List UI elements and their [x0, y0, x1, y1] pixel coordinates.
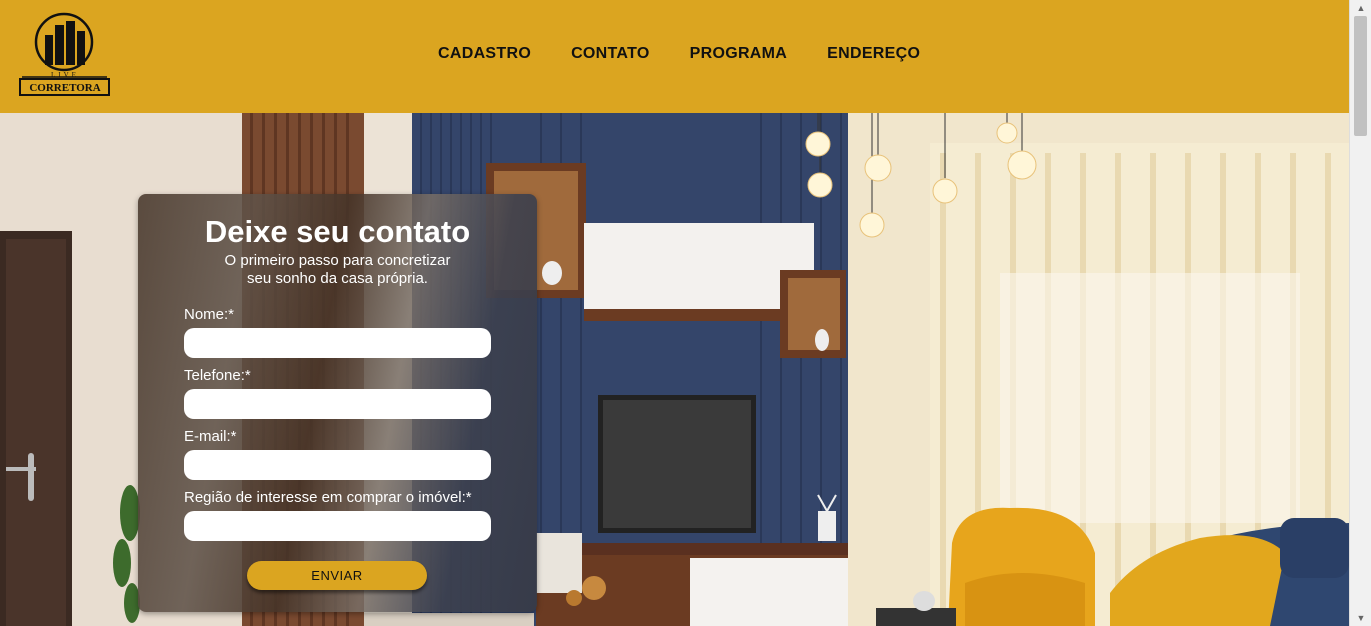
- regiao-label: Região de interesse em comprar o imóvel:…: [184, 489, 472, 506]
- nome-input[interactable]: [184, 328, 491, 358]
- site-header: LIVE CORRETORA CADASTRO CONTATO PROGRAMA…: [0, 0, 1349, 113]
- form-title: Deixe seu contato: [204, 214, 471, 249]
- nav-programa[interactable]: PROGRAMA: [690, 45, 788, 63]
- regiao-input[interactable]: [184, 511, 491, 541]
- form-subtitle: O primeiro passo para concretizar seu so…: [138, 252, 537, 288]
- nav-cadastro[interactable]: CADASTRO: [438, 45, 531, 63]
- logo-line2: CORRETORA: [29, 82, 100, 94]
- logo[interactable]: LIVE CORRETORA: [19, 11, 111, 97]
- main-nav: CADASTRO CONTATO PROGRAMA ENDEREÇO: [438, 45, 920, 63]
- email-input[interactable]: [184, 450, 491, 480]
- enviar-button[interactable]: ENVIAR: [247, 561, 427, 590]
- nome-label: Nome:*: [184, 306, 235, 323]
- scroll-down-icon[interactable]: ▼: [1350, 610, 1371, 626]
- form-subtitle-line1: O primeiro passo para concretizar: [224, 252, 451, 269]
- email-label: E-mail:*: [184, 428, 237, 445]
- page-scrollbar[interactable]: ▲ ▼: [1349, 0, 1371, 626]
- telefone-label: Telefone:*: [184, 367, 251, 384]
- contact-form-panel: Deixe seu contato O primeiro passo para …: [138, 194, 537, 612]
- form-subtitle-line2: seu sonho da casa própria.: [247, 270, 428, 287]
- logo-line1: LIVE: [51, 71, 79, 79]
- nav-contato[interactable]: CONTATO: [571, 45, 650, 63]
- nav-endereco[interactable]: ENDEREÇO: [827, 45, 920, 63]
- scroll-up-icon[interactable]: ▲: [1350, 0, 1371, 16]
- telefone-input[interactable]: [184, 389, 491, 419]
- scroll-thumb[interactable]: [1354, 16, 1367, 136]
